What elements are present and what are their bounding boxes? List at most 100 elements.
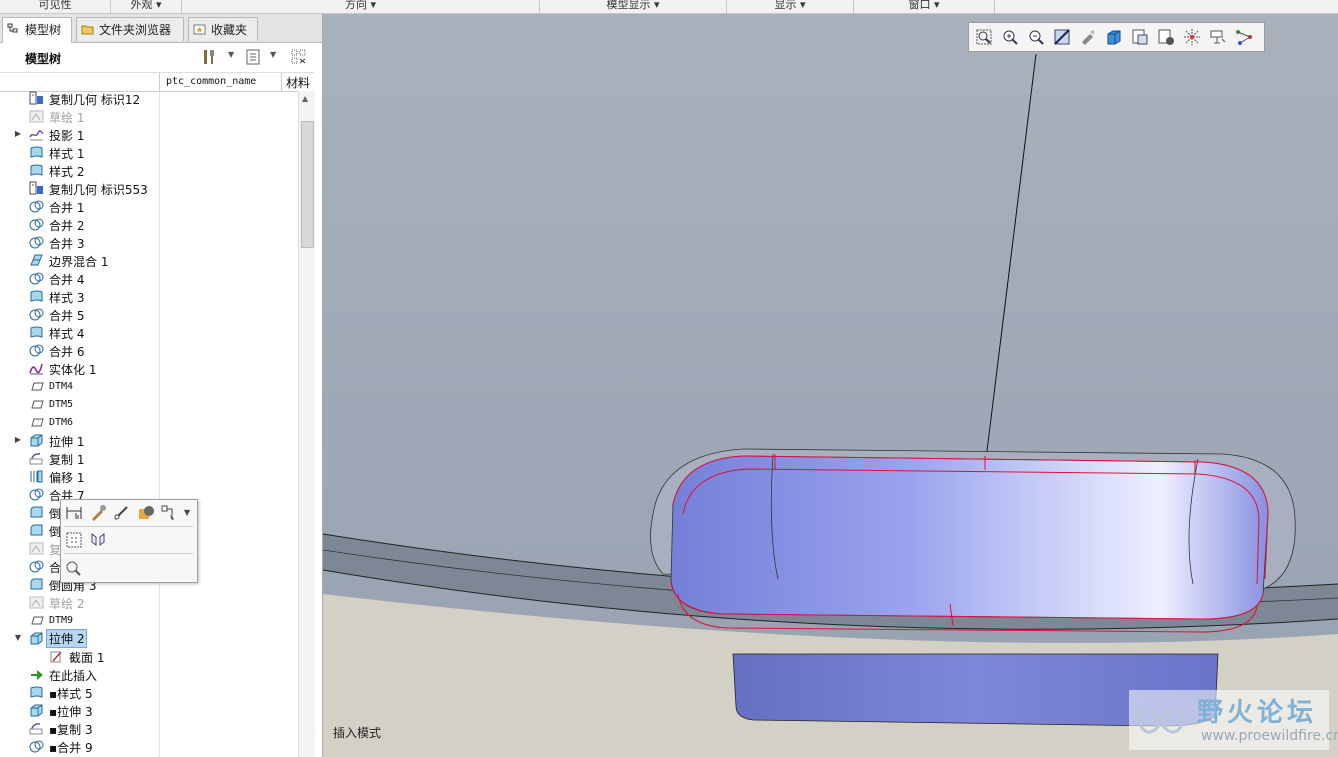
chevron-down-icon[interactable]: ▼	[270, 50, 276, 59]
pattern-icon[interactable]	[160, 503, 180, 523]
tree-row[interactable]: 复制几何 标识12	[0, 91, 298, 107]
tree-row[interactable]: 实体化 1	[0, 359, 298, 377]
tree-filter-icon[interactable]	[289, 47, 309, 67]
tree-row[interactable]: 合并 4	[0, 269, 298, 287]
tree-row[interactable]: ▶ 拉伸 1	[0, 431, 298, 449]
scroll-up-icon[interactable]: ▲	[302, 94, 308, 103]
graphics-viewport[interactable]: 插入模式 野火论坛 www.proewildfire.cn	[323, 14, 1338, 757]
tree-row[interactable]: 合并 3	[0, 233, 298, 251]
view-manager-icon[interactable]	[1130, 27, 1150, 47]
tree-row-label: 复制几何 标识12	[49, 93, 141, 107]
spin-center-icon[interactable]	[1182, 27, 1202, 47]
tab-favorites[interactable]: 收藏夹	[188, 17, 258, 41]
tree-row-label: 实体化 1	[49, 363, 97, 377]
tree-row[interactable]: ▼ 拉伸 2	[0, 629, 298, 648]
tree-column-header: ptc_common_name 材料	[0, 72, 314, 92]
chevron-down-icon[interactable]: ▼	[228, 50, 234, 59]
datum-display-icon[interactable]	[1234, 27, 1254, 47]
tree-row[interactable]: DTM4	[0, 377, 298, 395]
tab-model-tree[interactable]: 模型树	[2, 17, 72, 43]
tree-row[interactable]: 复制 1	[0, 449, 298, 467]
tree-row[interactable]: ▪样式 5	[0, 683, 298, 701]
copy-geometry-icon	[29, 181, 43, 195]
tree-row[interactable]: 在此插入	[0, 665, 298, 683]
column-material[interactable]: 材料	[286, 74, 310, 91]
info-icon[interactable]	[64, 530, 84, 550]
tree-row-label: 复制 1	[49, 453, 85, 467]
tree-scrollbar[interactable]: ▲	[298, 91, 315, 757]
tree-settings-icon[interactable]	[243, 47, 263, 67]
tree-tools-icon[interactable]	[200, 47, 220, 67]
search-icon[interactable]	[64, 557, 84, 577]
tree-row[interactable]: ▪复制 3	[0, 719, 298, 737]
refit-icon[interactable]	[974, 27, 994, 47]
zoom-out-icon[interactable]	[1026, 27, 1046, 47]
collapse-icon[interactable]: ▼	[13, 633, 23, 643]
tree-row-label: DTM4	[49, 381, 74, 392]
tree-row[interactable]: 样式 1	[0, 143, 298, 161]
solidify-icon	[29, 363, 43, 375]
tree-row-label: 合并 4	[49, 273, 85, 287]
tree-row[interactable]: 边界混合 1	[0, 251, 298, 269]
ribbon-group-appearance[interactable]: 外观 ▾	[111, 0, 182, 13]
copy-icon	[29, 453, 43, 465]
tree-row[interactable]: 样式 4	[0, 323, 298, 341]
ribbon-group-model-display[interactable]: 模型显示 ▾	[540, 0, 727, 13]
tree-header: 模型树 ▼ ▼	[0, 44, 322, 72]
edit-definition-icon[interactable]	[88, 503, 108, 523]
scroll-thumb[interactable]	[301, 121, 314, 248]
repaint-icon[interactable]	[1052, 27, 1072, 47]
ribbon-group-show[interactable]: 显示 ▾	[727, 0, 854, 13]
expand-icon[interactable]: ▶	[13, 129, 23, 139]
ribbon-group-orientation[interactable]: 方向 ▾	[182, 0, 540, 13]
display-style-icon[interactable]	[1078, 27, 1098, 47]
column-common-name[interactable]: ptc_common_name	[166, 76, 256, 87]
tree-row[interactable]: 草绘 2	[0, 593, 298, 611]
tree-title: 模型树	[25, 52, 62, 66]
tree-row-label: 合并 1	[49, 201, 85, 215]
round-icon	[30, 524, 43, 536]
edit-dimensions-icon[interactable]	[64, 503, 84, 523]
tree-row[interactable]: ▶ 投影 1	[0, 125, 298, 143]
saved-orientations-icon[interactable]	[1104, 27, 1124, 47]
ribbon-group-visibility[interactable]: 可见性	[0, 0, 111, 13]
mirror-icon[interactable]	[88, 530, 108, 550]
tree-row[interactable]: 样式 3	[0, 287, 298, 305]
annotation-display-icon[interactable]	[1208, 27, 1228, 47]
chevron-down-icon[interactable]: ▼	[184, 508, 190, 517]
tree-row[interactable]: 复制几何 标识553	[0, 179, 298, 197]
tree-row[interactable]: 样式 2	[0, 161, 298, 179]
expand-icon[interactable]: ▶	[13, 435, 23, 445]
tab-folder-browser[interactable]: 文件夹浏览器	[76, 17, 184, 41]
tree-row[interactable]: ▪拉伸 3	[0, 701, 298, 719]
tree-row[interactable]: 草绘 1	[0, 107, 298, 125]
tree-row-label: ▪合并 9	[49, 741, 93, 755]
tree-row-label: 样式 1	[49, 147, 85, 161]
tree-row[interactable]: 截面 1	[0, 647, 298, 665]
suppress-icon[interactable]	[136, 503, 156, 523]
tree-row[interactable]: 合并 6	[0, 341, 298, 359]
merge-icon	[29, 344, 44, 357]
round-icon	[30, 578, 43, 590]
tree-row-label: DTM6	[49, 417, 74, 428]
tree-row[interactable]: DTM9	[0, 611, 298, 629]
zoom-in-icon[interactable]	[1000, 27, 1020, 47]
tree-row[interactable]: DTM6	[0, 413, 298, 431]
tree-row[interactable]: 合并 5	[0, 305, 298, 323]
tree-row[interactable]: 合并 2	[0, 215, 298, 233]
watermark-url: www.proewildfire.cn	[1201, 728, 1338, 744]
tree-row[interactable]: ▪合并 9	[0, 737, 298, 755]
ribbon-group-window[interactable]: 窗口 ▾	[854, 0, 995, 13]
tree-row[interactable]: DTM5	[0, 395, 298, 413]
watermark: 野火论坛 www.proewildfire.cn	[1129, 690, 1338, 750]
model-tree-icon	[7, 23, 18, 33]
tree-row[interactable]: 合并 1	[0, 197, 298, 215]
model-render[interactable]	[323, 14, 1338, 757]
copy-icon	[29, 723, 43, 735]
perspective-icon[interactable]	[1156, 27, 1176, 47]
tree-row-label: ▪样式 5	[49, 687, 93, 701]
ribbon-group-bar: 可见性 外观 ▾ 方向 ▾ 模型显示 ▾ 显示 ▾ 窗口 ▾	[0, 0, 1338, 14]
tree-row[interactable]: 偏移 1	[0, 467, 298, 485]
edit-references-icon[interactable]	[112, 503, 132, 523]
sketch-icon	[29, 596, 44, 609]
